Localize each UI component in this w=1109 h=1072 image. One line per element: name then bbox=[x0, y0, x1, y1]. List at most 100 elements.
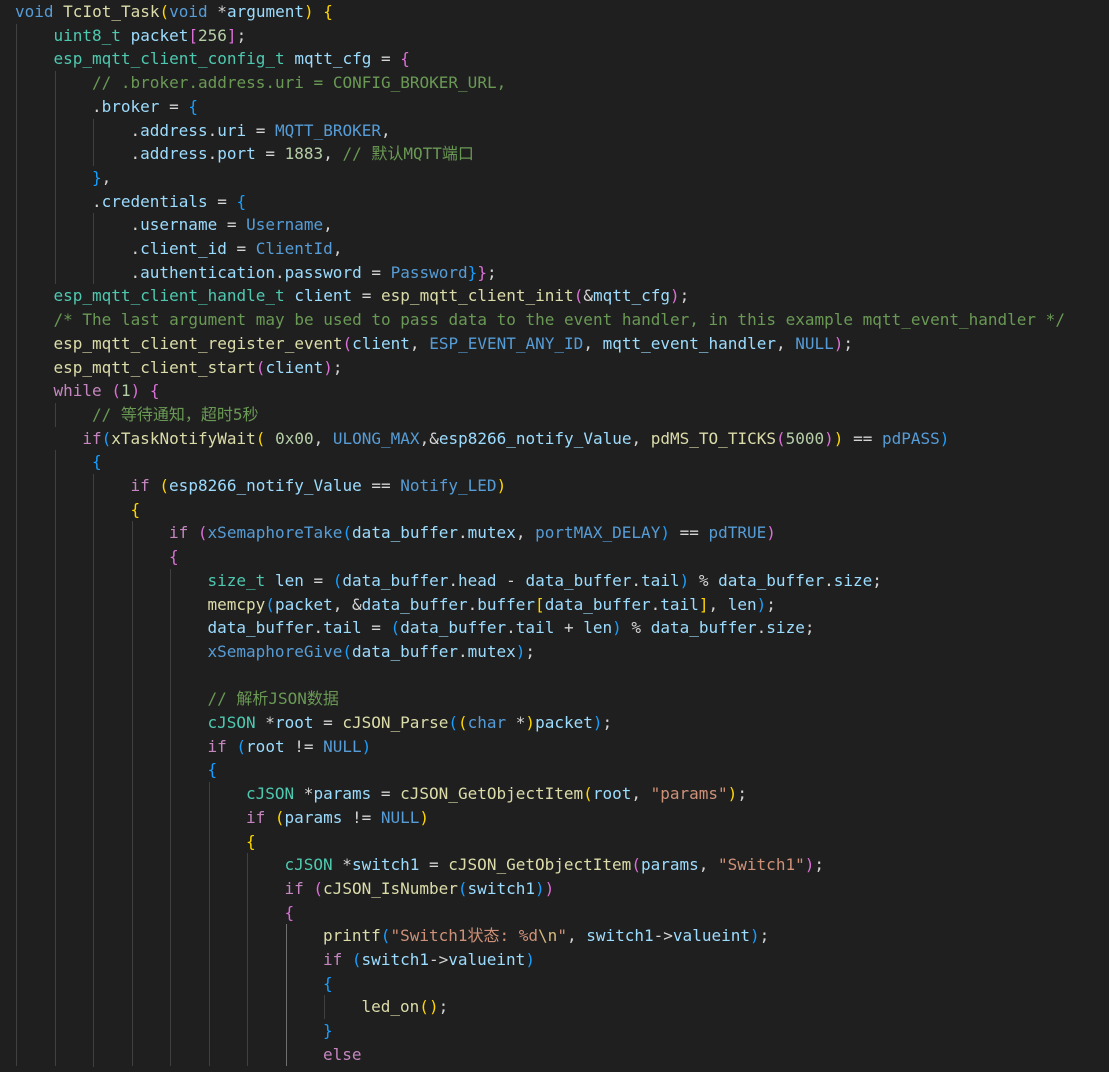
code-token: { bbox=[400, 49, 410, 69]
code-token: ) bbox=[749, 926, 760, 946]
code-token: - bbox=[496, 570, 526, 590]
code-token: * bbox=[255, 713, 275, 732]
code-token: ) bbox=[824, 428, 834, 448]
code-token: = bbox=[217, 215, 247, 235]
code-token: void bbox=[169, 2, 208, 21]
code-token: [ bbox=[535, 594, 545, 614]
code-token: data_buffer bbox=[352, 523, 459, 543]
code-token: esp8266_notify_Value bbox=[169, 476, 362, 495]
code-token: . bbox=[631, 570, 642, 590]
code-token: ) bbox=[130, 381, 141, 401]
code-token: xTaskNotifyWait bbox=[111, 428, 256, 448]
code-token: xSemaphoreTake bbox=[207, 523, 343, 543]
code-token: , bbox=[515, 523, 536, 543]
code-token: ESP_EVENT_ANY_ID bbox=[429, 333, 584, 353]
code-line: .address.uri = MQTT_BROKER, bbox=[131, 119, 391, 143]
code-token: & bbox=[583, 286, 593, 306]
code-token: 256 bbox=[198, 25, 227, 45]
indent-guide bbox=[247, 853, 248, 1067]
code-token: . bbox=[92, 191, 102, 211]
code-line: printf("Switch1状态: %d\n", switch1->value… bbox=[323, 924, 769, 948]
code-line: if(xTaskNotifyWait( 0x00, ULONG_MAX,&esp… bbox=[82, 427, 949, 451]
code-token: ( bbox=[419, 997, 429, 1017]
code-token: ( bbox=[159, 2, 170, 21]
code-token: ) bbox=[612, 618, 622, 638]
code-token: . bbox=[92, 96, 102, 116]
code-token: memcpy bbox=[207, 594, 266, 614]
code-line: /* The last argument may be used to pass… bbox=[54, 308, 1065, 332]
code-token: 1 bbox=[120, 381, 131, 401]
code-line: // .broker.address.uri = CONFIG_BROKER_U… bbox=[92, 71, 506, 95]
code-line: { bbox=[285, 901, 295, 925]
code-token: ) bbox=[833, 333, 844, 353]
code-line: }, bbox=[92, 166, 111, 190]
code-line: esp_mqtt_client_register_event(client, E… bbox=[54, 332, 854, 356]
code-token: . bbox=[458, 523, 468, 543]
code-token: packet bbox=[130, 25, 189, 45]
code-token: = bbox=[371, 49, 401, 69]
code-token: ) bbox=[804, 855, 815, 875]
code-token: void bbox=[15, 2, 54, 21]
code-line: if (cJSON_IsNumber(switch1)) bbox=[285, 877, 555, 901]
code-token: [ bbox=[188, 25, 199, 45]
code-token: data_buffer bbox=[400, 618, 507, 638]
code-token: \n bbox=[538, 926, 558, 946]
code-token: ) bbox=[515, 641, 526, 661]
code-token: { bbox=[92, 452, 102, 472]
code-token: ) bbox=[679, 570, 690, 590]
code-token: data_buffer bbox=[544, 594, 651, 614]
code-token: ) bbox=[525, 713, 536, 732]
code-token: ( bbox=[342, 641, 352, 661]
code-token: tail bbox=[515, 618, 555, 638]
code-token: while bbox=[53, 381, 102, 401]
code-token: cJSON bbox=[284, 855, 333, 875]
code-token: Password bbox=[390, 262, 468, 282]
code-token: ULONG_MAX bbox=[332, 428, 420, 448]
code-token: { bbox=[323, 2, 333, 21]
code-token: + bbox=[554, 618, 584, 638]
indent-guide bbox=[93, 213, 94, 285]
code-line: if (xSemaphoreTake(data_buffer.mutex, po… bbox=[169, 521, 776, 545]
code-token: * bbox=[506, 713, 526, 732]
code-token: argument bbox=[226, 2, 304, 21]
code-token: * bbox=[332, 855, 352, 875]
code-token: 1883 bbox=[284, 144, 324, 164]
code-token: esp_mqtt_client_init bbox=[381, 286, 574, 306]
code-token: . bbox=[207, 144, 218, 164]
code-token: if bbox=[169, 523, 189, 543]
code-token: } bbox=[477, 262, 487, 282]
code-line: // 解析JSON数据 bbox=[208, 687, 339, 711]
code-token: packet bbox=[274, 594, 333, 614]
code-token: // 等待通知，超时5秒 bbox=[92, 404, 259, 424]
code-editor[interactable]: void TcIot_Task(void *argument) {uint8_t… bbox=[0, 0, 1109, 1072]
code-token: . bbox=[130, 215, 141, 235]
code-token: ( bbox=[775, 428, 786, 448]
code-token: pdMS_TO_TICKS bbox=[650, 428, 776, 448]
code-line: if (esp8266_notify_Value == Notify_LED) bbox=[131, 474, 507, 498]
code-token: = bbox=[419, 855, 449, 875]
code-token: esp_mqtt_client_handle_t bbox=[53, 286, 285, 306]
code-token: switch1 bbox=[586, 926, 654, 946]
code-token: cJSON_GetObjectItem bbox=[448, 855, 632, 875]
code-token: switch1 bbox=[361, 950, 429, 969]
code-token: printf bbox=[323, 926, 381, 946]
code-token: size bbox=[833, 570, 873, 590]
code-token: ( bbox=[457, 713, 468, 732]
code-line: memcpy(packet, &data_buffer.buffer[data_… bbox=[208, 593, 776, 617]
code-token: { bbox=[207, 760, 218, 780]
code-token: , bbox=[566, 926, 587, 946]
code-token: = bbox=[226, 239, 256, 258]
code-line: .authentication.password = Password}}; bbox=[131, 261, 497, 285]
code-token: ( bbox=[332, 570, 343, 590]
code-token: client_id bbox=[140, 239, 227, 258]
code-token: address bbox=[140, 144, 208, 164]
code-line: .address.port = 1883, // 默认MQTT端口 bbox=[131, 142, 474, 166]
code-token: data_buffer bbox=[650, 618, 757, 638]
code-token: cJSON_IsNumber bbox=[323, 878, 458, 898]
code-token: len bbox=[274, 570, 304, 590]
